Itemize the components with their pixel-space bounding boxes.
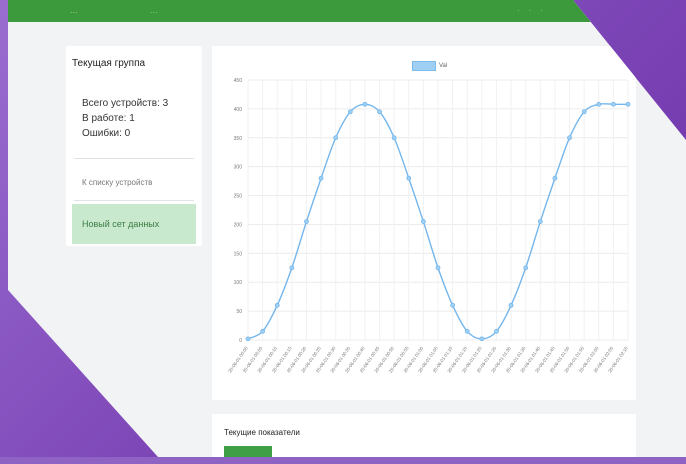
y-tick-label: 100 <box>234 280 243 286</box>
y-tick-label: 300 <box>234 165 243 171</box>
data-point <box>406 175 412 181</box>
nav-item[interactable]: ... <box>150 0 158 20</box>
data-point <box>377 109 382 115</box>
y-tick-label: 450 <box>234 78 243 84</box>
data-point <box>552 175 558 181</box>
navbar-right-menu[interactable]: · · · <box>517 0 546 20</box>
y-tick-label: 0 <box>239 338 242 344</box>
data-point <box>245 336 251 342</box>
data-point <box>347 109 353 115</box>
sidebar-title: Текущая группа <box>72 58 146 69</box>
error-devices: Ошибки: 0 <box>82 128 131 139</box>
current-indicators-title: Текущие показатели <box>224 428 300 437</box>
screenshot-panel: ... ... · · · Текущая группа Всего устро… <box>8 0 686 457</box>
data-point <box>260 328 266 334</box>
brand-link[interactable]: ... <box>70 0 78 20</box>
data-point <box>581 109 587 115</box>
group-stats: Всего устройств: 3 В работе: 1 Ошибки: 0 <box>82 96 168 141</box>
data-point <box>464 328 470 334</box>
data-point <box>333 135 339 141</box>
data-point <box>362 101 368 107</box>
new-dataset-button[interactable]: Новый сет данных <box>72 204 196 244</box>
total-devices: Всего устройств: 3 <box>82 98 169 109</box>
sidebar-card: Текущая группа Всего устройств: 3 В рабо… <box>66 46 202 246</box>
data-point <box>537 219 543 224</box>
y-tick-label: 50 <box>236 309 242 315</box>
data-point <box>420 219 426 224</box>
data-point <box>494 328 499 334</box>
data-point <box>625 101 631 107</box>
chart-card: Val 0 50 100 150 200 250 300 350 400 450 20-06-01 … <box>212 46 636 400</box>
data-point <box>596 101 602 107</box>
data-point <box>450 302 456 308</box>
data-point <box>391 135 397 141</box>
data-point <box>318 175 324 181</box>
divider <box>74 200 194 201</box>
y-tick-label: 200 <box>234 222 243 228</box>
devices-list-link[interactable]: К списку устройств <box>82 178 152 187</box>
data-point <box>523 265 529 271</box>
y-tick-label: 350 <box>234 136 243 142</box>
y-tick-label: 150 <box>234 251 243 257</box>
y-tick-label: 250 <box>234 194 243 200</box>
y-tick-label: 400 <box>234 107 243 113</box>
data-point <box>289 265 295 271</box>
data-point <box>435 265 441 271</box>
working-devices: В работе: 1 <box>82 113 135 124</box>
data-point <box>610 101 616 107</box>
data-point <box>508 302 514 308</box>
data-point <box>479 336 485 342</box>
line-chart: 05010015020025030035040045020-06-01 00:0… <box>227 78 631 374</box>
indicator-badge[interactable] <box>224 446 272 457</box>
divider <box>74 158 194 159</box>
data-point <box>274 302 280 308</box>
data-point <box>304 219 309 224</box>
data-point <box>567 135 572 141</box>
